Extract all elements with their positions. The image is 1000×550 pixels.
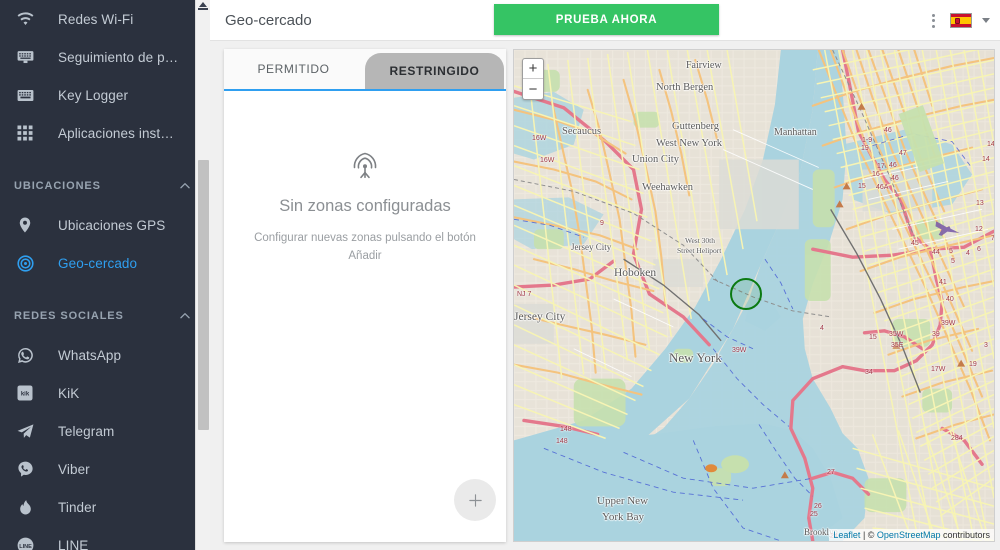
sidebar-item-aplicaciones-instaladas[interactable]: Aplicaciones inst…	[0, 114, 210, 152]
viber-icon	[8, 457, 42, 481]
screen-keyboard-icon	[8, 45, 42, 69]
app-root: Redes Wi-Fi Seguimiento de p… Key Logger…	[0, 0, 1000, 550]
sidebar-item-label: KiK	[58, 385, 80, 401]
attribution-suffix: contributors	[940, 530, 990, 540]
add-zone-button[interactable]	[454, 479, 496, 521]
zoom-in-button[interactable]: +	[523, 59, 543, 79]
main-area: Geo-cercado PRUEBA AHORA PERMITIDO RESTR…	[210, 0, 1000, 550]
sidebar-scrollbar-thumb[interactable]	[198, 160, 209, 430]
chevron-up-icon	[178, 309, 192, 323]
sidebar-item-redes-wifi[interactable]: Redes Wi-Fi	[0, 0, 210, 38]
sidebar-item-label: Telegram	[58, 423, 115, 439]
sidebar-item-tinder[interactable]: Tinder	[0, 488, 210, 526]
attribution-separator: | ©	[860, 530, 877, 540]
wifi-icon	[8, 7, 42, 31]
zones-tabs: PERMITIDO RESTRINGIDO	[224, 49, 506, 91]
kebab-dot	[932, 24, 935, 28]
scroll-up-arrow-base	[198, 8, 208, 10]
sidebar-item-label: Aplicaciones inst…	[58, 125, 174, 141]
sidebar-item-geo-cercado[interactable]: Geo-cercado	[0, 244, 210, 282]
map-zoom-controls: + −	[522, 58, 544, 100]
kebab-menu-icon[interactable]	[927, 10, 940, 32]
sidebar-item-label: WhatsApp	[58, 347, 122, 363]
header-right-controls	[927, 0, 990, 41]
antenna-signal-icon	[224, 151, 506, 181]
sidebar-item-telegram[interactable]: Telegram	[0, 412, 210, 450]
map-view[interactable]: Fairview North Bergen Secaucus Guttenberg Ma…	[513, 49, 995, 542]
sidebar-item-label: Viber	[58, 461, 90, 477]
page-title: Geo-cercado	[225, 11, 312, 29]
telegram-icon	[8, 419, 42, 443]
sidebar-item-ubicaciones-gps[interactable]: Ubicaciones GPS	[0, 206, 210, 244]
scroll-up-arrow-icon[interactable]	[199, 2, 207, 7]
top-header: Geo-cercado PRUEBA AHORA	[210, 0, 1000, 41]
sidebar-item-label: Redes Wi-Fi	[58, 11, 134, 27]
flag-crest	[955, 18, 960, 24]
whatsapp-icon	[8, 343, 42, 367]
svg-text:LINE: LINE	[19, 543, 32, 549]
zoom-out-button[interactable]: −	[523, 79, 543, 99]
sidebar-section-redes-sociales[interactable]: REDES SOCIALES	[0, 296, 210, 336]
plus-icon	[468, 493, 482, 507]
empty-state-title: Sin zonas configuradas	[279, 197, 451, 215]
sidebar: Redes Wi-Fi Seguimiento de p… Key Logger…	[0, 0, 210, 550]
sidebar-item-line[interactable]: LINE LINE	[0, 526, 210, 550]
sidebar-section-ubicaciones[interactable]: UBICACIONES	[0, 166, 210, 206]
sidebar-item-label: Seguimiento de p…	[58, 49, 179, 65]
tinder-flame-icon	[8, 495, 42, 519]
keyboard-icon	[8, 83, 42, 107]
chevron-down-icon[interactable]	[982, 18, 990, 23]
kik-icon: kik	[8, 381, 42, 405]
spain-flag-icon[interactable]	[950, 13, 972, 28]
sidebar-item-kik[interactable]: kik KiK	[0, 374, 210, 412]
map-pin-icon	[8, 213, 42, 237]
sidebar-scrollbar-track[interactable]	[195, 0, 210, 550]
zones-panel: PERMITIDO RESTRINGIDO Sin zonas configur…	[224, 49, 506, 542]
geofence-circle-marker[interactable]	[730, 278, 762, 310]
sidebar-item-whatsapp[interactable]: WhatsApp	[0, 336, 210, 374]
sidebar-item-key-logger[interactable]: Key Logger	[0, 76, 210, 114]
tab-restringido[interactable]: RESTRINGIDO	[365, 53, 504, 89]
sidebar-section-label: REDES SOCIALES	[14, 310, 124, 322]
chevron-up-icon	[178, 179, 192, 193]
map-attribution: Leaflet | © OpenStreetMap contributors	[829, 529, 994, 541]
apps-grid-icon	[8, 121, 42, 145]
sidebar-item-label: LINE	[58, 537, 89, 550]
sidebar-item-label: Key Logger	[58, 87, 129, 103]
empty-state: Sin zonas configuradas Configurar nuevas…	[224, 93, 506, 266]
content-body: PERMITIDO RESTRINGIDO Sin zonas configur…	[210, 41, 1000, 550]
line-icon: LINE	[8, 533, 42, 550]
flag-band	[951, 17, 971, 24]
kebab-dot	[932, 13, 935, 17]
leaflet-link[interactable]: Leaflet	[833, 530, 860, 540]
tab-permitido[interactable]: PERMITIDO	[224, 49, 363, 89]
openstreetmap-link[interactable]: OpenStreetMap	[877, 530, 941, 540]
sidebar-section-label: UBICACIONES	[14, 180, 101, 192]
sidebar-item-viber[interactable]: Viber	[0, 450, 210, 488]
prueba-ahora-button[interactable]: PRUEBA AHORA	[494, 4, 719, 35]
sidebar-item-label: Tinder	[58, 499, 97, 515]
kebab-dot	[932, 19, 935, 22]
sidebar-item-seguimiento-de-pulsaciones[interactable]: Seguimiento de p…	[0, 38, 210, 76]
target-icon	[8, 251, 42, 275]
sidebar-item-label: Geo-cercado	[58, 255, 138, 271]
sidebar-item-label: Ubicaciones GPS	[58, 217, 166, 233]
empty-state-subtitle: Configurar nuevas zonas pulsando el botó…	[254, 232, 476, 262]
svg-text:kik: kik	[21, 392, 30, 398]
